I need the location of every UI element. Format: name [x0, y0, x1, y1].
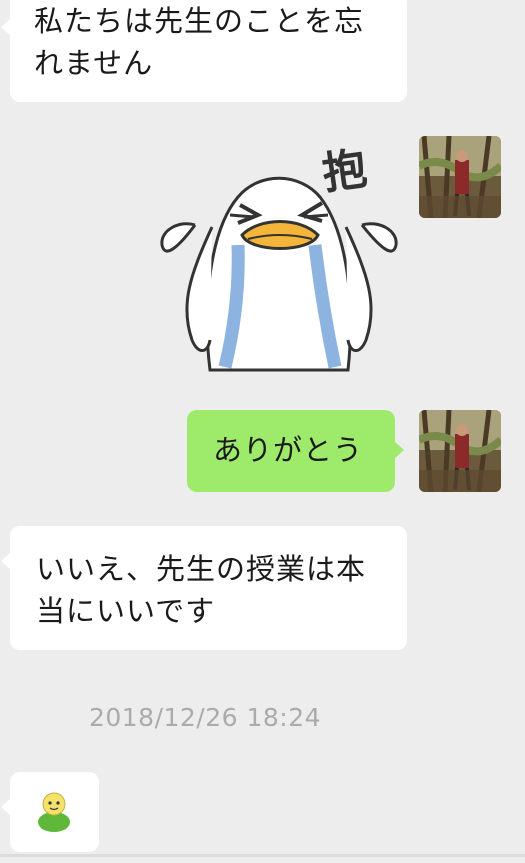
- message-text: ありがとう: [213, 433, 364, 467]
- message-bubble-incoming[interactable]: 私たちは先生のことを忘れません: [1, 0, 407, 102]
- self-avatar[interactable]: [419, 410, 501, 492]
- crying-duck-sticker-icon[interactable]: [150, 135, 400, 375]
- chat-timestamp: 2018/12/26 18:24: [88, 703, 322, 732]
- message-text: 私たちは先生のことを忘れません: [34, 4, 365, 80]
- self-avatar[interactable]: [419, 136, 501, 218]
- message-bubble-incoming[interactable]: [1, 772, 99, 852]
- green-smiley-figure-emoji-icon: [38, 792, 70, 832]
- message-bubble-outgoing[interactable]: ありがとう: [187, 410, 404, 492]
- forest-photo-avatar-icon: [419, 136, 501, 218]
- forest-photo-avatar-icon: [419, 410, 501, 492]
- message-text: いいえ、先生の授業は本当にいいです: [36, 552, 367, 628]
- message-bubble-incoming[interactable]: いいえ、先生の授業は本当にいいです: [1, 526, 407, 650]
